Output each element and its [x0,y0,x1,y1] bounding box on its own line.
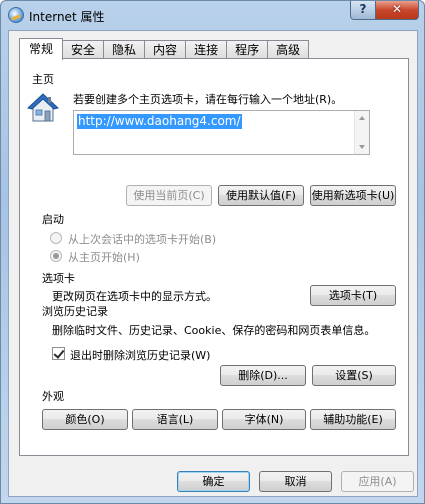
tab-privacy[interactable]: 隐私 [104,40,146,59]
use-current-button[interactable]: 使用当前页(C) [126,185,212,206]
ok-button[interactable]: 确定 [177,471,250,492]
startup-home-page-label: 从主页开始(H) [68,251,140,264]
tab-advanced[interactable]: 高级 [268,40,310,59]
scroll-down-arrow-icon[interactable] [359,145,365,149]
fonts-button[interactable]: 字体(N) [222,409,306,430]
delete-history-on-exit-label: 退出时删除浏览历史记录(W) [70,349,211,362]
scroll-up-arrow-icon[interactable] [359,116,365,120]
startup-home-page-radio[interactable] [50,250,62,262]
caption-buttons: ? ✕ [350,1,419,20]
delete-history-button[interactable]: 删除(D)... [220,365,306,386]
tab-programs[interactable]: 程序 [227,40,269,59]
dialog-client-area: 常规 安全 隐私 内容 连接 程序 高级 主页 若要创建多个主页选项卡，请在每行… [8,30,418,497]
tabs-section-title: 选项卡 [42,272,75,285]
tab-strip: 常规 安全 隐私 内容 连接 程序 高级 [19,38,310,60]
use-default-button[interactable]: 使用默认值(F) [218,185,304,206]
tabs-section-divider [82,277,402,278]
languages-button[interactable]: 语言(L) [132,409,218,430]
accessibility-button[interactable]: 辅助功能(E) [310,409,396,430]
appearance-section-divider [70,395,402,396]
url-scrollbar[interactable] [354,111,369,154]
history-settings-button[interactable]: 设置(S) [312,365,396,386]
colors-button[interactable]: 颜色(O) [42,409,128,430]
use-new-tab-button[interactable]: 使用新选项卡(U) [310,185,396,206]
help-button[interactable]: ? [350,1,376,20]
tab-content[interactable]: 内容 [145,40,187,59]
home-page-section-title: 主页 [32,73,54,86]
history-section-title: 浏览历史记录 [42,305,108,318]
appearance-section-title: 外观 [42,390,64,403]
tab-security[interactable]: 安全 [63,40,105,59]
title-bar[interactable]: Internet 属性 ? ✕ [1,1,424,29]
internet-options-window: Internet 属性 ? ✕ 常规 安全 隐私 内容 连接 程序 高级 主页 [0,0,425,504]
cancel-button[interactable]: 取消 [259,471,332,492]
startup-section-divider [72,218,402,219]
general-tab-panel: 主页 若要创建多个主页选项卡，请在每行输入一个地址(R)。 http://www… [19,58,409,456]
home-page-url-value: http://www.daohang4.com/ [77,114,242,129]
window-title: Internet 属性 [29,10,105,24]
startup-last-session-label: 从上次会话中的选项卡开始(B) [68,233,217,246]
startup-section-title: 启动 [42,213,64,226]
history-section-divider [118,310,402,311]
startup-last-session-radio[interactable] [50,232,62,244]
home-section-divider [66,78,402,79]
tabs-settings-button[interactable]: 选项卡(T) [310,285,396,306]
home-instruction-text: 若要创建多个主页选项卡，请在每行输入一个地址(R)。 [73,93,343,106]
history-description: 删除临时文件、历史记录、Cookie、保存的密码和网页表单信息。 [52,324,376,337]
close-button[interactable]: ✕ [376,1,419,20]
home-page-url-textarea[interactable]: http://www.daohang4.com/ [73,110,370,155]
internet-globe-icon [8,7,24,23]
tabs-description: 更改网页在选项卡中的显示方式。 [52,290,217,303]
home-house-icon [27,93,59,122]
tab-general[interactable]: 常规 [19,38,64,60]
delete-history-on-exit-checkbox[interactable] [52,347,65,360]
tab-connections[interactable]: 连接 [186,40,228,59]
apply-button[interactable]: 应用(A) [341,471,414,492]
